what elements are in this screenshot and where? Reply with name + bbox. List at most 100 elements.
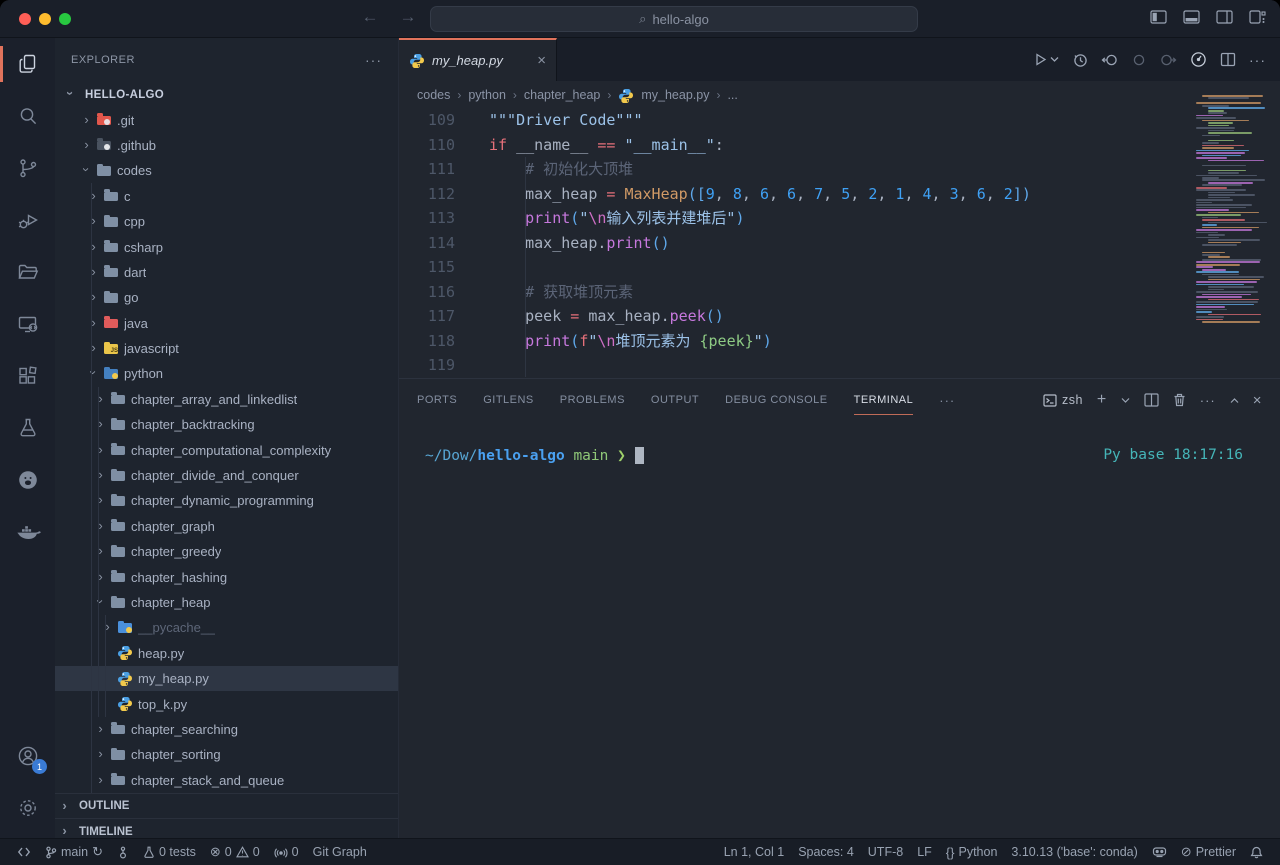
encoding[interactable]: UTF-8 — [861, 845, 910, 859]
python-interpreter[interactable]: 3.10.13 ('base': conda) — [1004, 845, 1144, 859]
outline-section[interactable]: › OUTLINE — [55, 793, 398, 818]
split-editor-icon[interactable] — [1220, 52, 1236, 67]
breadcrumb-item-1[interactable]: python — [468, 88, 506, 102]
tree-item-chapter_array_and_linkedlist[interactable]: ›chapter_array_and_linkedlist — [55, 387, 398, 412]
panel-more-tabs-icon[interactable]: ··· — [939, 393, 955, 408]
tree-item-chapter_divide_and_conquer[interactable]: ›chapter_divide_and_conquer — [55, 463, 398, 488]
breadcrumb-item-2[interactable]: chapter_heap — [524, 88, 600, 102]
remote-indicator[interactable] — [10, 846, 38, 858]
timeline-section[interactable]: › TIMELINE — [55, 818, 398, 838]
tree-item-go[interactable]: ›go — [55, 285, 398, 310]
panel-tab-debug-console[interactable]: DEBUG CONSOLE — [725, 379, 827, 421]
tree-item-chapter_stack_and_queue[interactable]: ›chapter_stack_and_queue — [55, 768, 398, 793]
activity-testing[interactable] — [0, 402, 55, 454]
tree-item-cpp[interactable]: ›cpp — [55, 209, 398, 234]
close-window-button[interactable] — [19, 13, 31, 25]
tree-item-javascript[interactable]: ›JSjavascript — [55, 336, 398, 361]
problems-status[interactable]: ⊗ 0 0 — [203, 844, 267, 860]
tests-status[interactable]: 0 tests — [136, 845, 203, 859]
terminal-shell-chip[interactable]: zsh — [1043, 393, 1083, 407]
ports-status[interactable]: 0 — [267, 845, 306, 859]
panel-more-actions-icon[interactable]: ··· — [1200, 393, 1216, 408]
change-marker-icon[interactable] — [1131, 52, 1147, 68]
tree-item-chapter_searching[interactable]: ›chapter_searching — [55, 717, 398, 742]
editor-more-actions-icon[interactable]: ··· — [1249, 52, 1266, 68]
tree-item-chapter_dynamic_programming[interactable]: ›chapter_dynamic_programming — [55, 488, 398, 513]
breadcrumb-item-4[interactable]: ... — [727, 88, 737, 102]
tree-item-heap.py[interactable]: heap.py — [55, 641, 398, 666]
breadcrumb[interactable]: codes›python›chapter_heap›my_heap.py›... — [399, 81, 1280, 108]
kill-terminal-trash-icon[interactable] — [1173, 393, 1186, 407]
tree-item-chapter_graph[interactable]: ›chapter_graph — [55, 514, 398, 539]
panel-tab-problems[interactable]: PROBLEMS — [560, 379, 625, 421]
tree-root[interactable]: ›HELLO-ALGO — [55, 82, 398, 107]
prettier-status[interactable]: ⊘ Prettier — [1174, 844, 1243, 860]
tree-item-codes[interactable]: ›codes — [55, 158, 398, 183]
next-change-icon[interactable] — [1160, 52, 1177, 68]
tree-item-.github[interactable]: ›.github — [55, 133, 398, 158]
activity-run-debug[interactable] — [0, 194, 55, 246]
close-tab-icon[interactable]: × — [537, 52, 546, 69]
copilot-status[interactable] — [1145, 846, 1174, 858]
tree-item-csharp[interactable]: ›csharp — [55, 234, 398, 259]
activity-accounts[interactable]: 1 — [0, 730, 55, 782]
zoom-window-button[interactable] — [59, 13, 71, 25]
activity-folders[interactable] — [0, 246, 55, 298]
sync-icon[interactable]: ↻ — [92, 844, 103, 860]
customize-layout-icon[interactable] — [1249, 10, 1266, 24]
new-terminal-icon[interactable]: + — [1097, 391, 1107, 409]
language-mode[interactable]: {} Python — [939, 845, 1005, 860]
forward-arrow-icon[interactable]: → — [396, 7, 420, 27]
activity-source-control[interactable] — [0, 142, 55, 194]
terminal-dropdown-icon[interactable] — [1121, 397, 1130, 404]
layout-sidebar-right-icon[interactable] — [1216, 10, 1233, 24]
tree-item-python[interactable]: ›python — [55, 361, 398, 386]
activity-docker[interactable] — [0, 506, 55, 558]
tree-item-chapter_heap[interactable]: ›chapter_heap — [55, 590, 398, 615]
notifications[interactable] — [1243, 846, 1270, 859]
activity-remote-explorer[interactable] — [0, 298, 55, 350]
tree-item-top_k.py[interactable]: top_k.py — [55, 691, 398, 716]
minimize-window-button[interactable] — [39, 13, 51, 25]
tree-item-.git[interactable]: ›.git — [55, 107, 398, 132]
activity-github[interactable] — [0, 454, 55, 506]
eol-sequence[interactable]: LF — [910, 845, 939, 859]
git-graph-button[interactable]: Git Graph — [306, 845, 374, 859]
tree-item-c[interactable]: ›c — [55, 184, 398, 209]
branch-status[interactable]: main ↻ — [38, 844, 110, 860]
explorer-more-actions-icon[interactable]: ··· — [365, 52, 382, 68]
activity-explorer[interactable] — [0, 38, 55, 90]
tab-my-heap-py[interactable]: my_heap.py × — [399, 38, 557, 81]
panel-tab-output[interactable]: OUTPUT — [651, 379, 699, 421]
activity-settings[interactable] — [0, 782, 55, 834]
close-panel-icon[interactable]: × — [1253, 392, 1262, 409]
tree-item-chapter_backtracking[interactable]: ›chapter_backtracking — [55, 412, 398, 437]
tree-item-my_heap.py[interactable]: my_heap.py — [55, 666, 398, 691]
panel-tab-terminal[interactable]: TERMINAL — [854, 379, 914, 421]
panel-tab-gitlens[interactable]: GITLENS — [483, 379, 534, 421]
command-center-search[interactable]: ⌕ hello-algo — [430, 6, 918, 32]
breadcrumb-item-0[interactable]: codes — [417, 88, 450, 102]
previous-change-icon[interactable] — [1101, 52, 1118, 68]
tree-item-java[interactable]: ›java — [55, 311, 398, 336]
run-or-debug-icon[interactable] — [1190, 51, 1207, 68]
back-arrow-icon[interactable]: ← — [358, 7, 382, 27]
tree-item-chapter_hashing[interactable]: ›chapter_hashing — [55, 564, 398, 589]
tree-item-chapter_sorting[interactable]: ›chapter_sorting — [55, 742, 398, 767]
split-terminal-icon[interactable] — [1144, 393, 1159, 407]
panel-tab-ports[interactable]: PORTS — [417, 379, 457, 421]
layout-sidebar-left-icon[interactable] — [1150, 10, 1167, 24]
activity-search[interactable] — [0, 90, 55, 142]
tree-item-chapter_computational_complexity[interactable]: ›chapter_computational_complexity — [55, 437, 398, 462]
terminal-content[interactable]: ~/Dow/hello-algo main ❯ Py base 18:17:16 — [399, 421, 1280, 464]
breadcrumb-item-3[interactable]: my_heap.py — [641, 88, 709, 102]
tree-item-__pycache__[interactable]: ›__pycache__ — [55, 615, 398, 640]
tree-item-dart[interactable]: ›dart — [55, 260, 398, 285]
indentation[interactable]: Spaces: 4 — [791, 845, 861, 859]
layout-panel-icon[interactable] — [1183, 10, 1200, 24]
activity-extensions[interactable] — [0, 350, 55, 402]
code-editor[interactable]: 109"""Driver Code"""110if __name__ == "_… — [399, 108, 1280, 378]
minimap[interactable] — [1196, 95, 1274, 333]
tree-item-chapter_greedy[interactable]: ›chapter_greedy — [55, 539, 398, 564]
cursor-position[interactable]: Ln 1, Col 1 — [717, 845, 791, 859]
